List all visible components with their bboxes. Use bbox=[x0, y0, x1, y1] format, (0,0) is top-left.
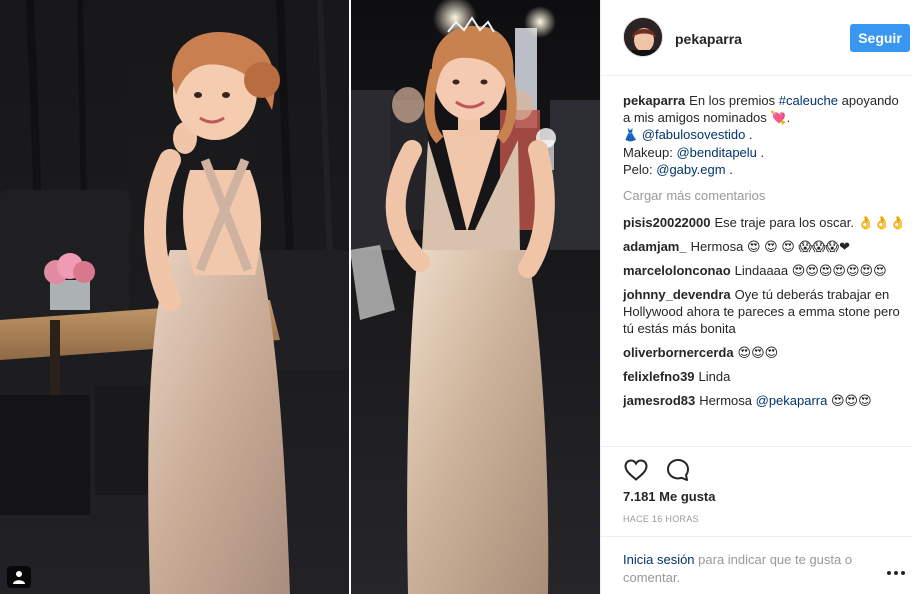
post-timestamp[interactable]: HACE 16 HORAS bbox=[623, 514, 699, 524]
mention-link-dress[interactable]: @fabulosovestido bbox=[642, 127, 746, 142]
comment-item: marcelolonconao Lindaaaa 😍😍😍😍😍😍😍 bbox=[623, 263, 887, 278]
photo-left bbox=[0, 0, 350, 594]
more-options-icon[interactable] bbox=[887, 567, 907, 579]
hashtag-link[interactable]: #caleuche bbox=[779, 93, 838, 108]
likes-count[interactable]: 7.181 Me gusta bbox=[623, 489, 716, 504]
comment-username[interactable]: adamjam_ bbox=[623, 239, 687, 254]
comment-item: oliverbornercerda 😍😍😍 bbox=[623, 345, 779, 360]
user-tag-icon[interactable] bbox=[7, 566, 31, 588]
post-media[interactable] bbox=[0, 0, 600, 594]
comment-icon[interactable] bbox=[665, 457, 691, 483]
login-link[interactable]: Inicia sesión bbox=[623, 552, 695, 567]
load-more-comments-link[interactable]: Cargar más comentarios bbox=[623, 187, 908, 204]
comment-username[interactable]: jamesrod83 bbox=[623, 393, 695, 408]
photo-divider bbox=[349, 0, 351, 594]
caption-username[interactable]: pekaparra bbox=[623, 93, 685, 108]
mention-link-makeup[interactable]: @benditapelu bbox=[676, 145, 756, 160]
follow-button[interactable]: Seguir bbox=[850, 24, 910, 52]
comment-item: adamjam_ Hermosa 😍 😍 😍 😱😱😱❤ bbox=[623, 239, 850, 254]
comment-item: felixlefno39 Linda bbox=[623, 369, 731, 384]
photo-right-illustration bbox=[350, 0, 600, 594]
post-actions: 7.181 Me gusta HACE 16 HORAS bbox=[601, 446, 912, 524]
comment-item: johnny_devendra Oye tú deberás trabajar e… bbox=[623, 287, 900, 336]
comment-item: pisis20022000 Ese traje para los oscar. 👌… bbox=[623, 215, 907, 230]
comments-list[interactable]: pekaparra En los premios #caleuche apoyan… bbox=[623, 92, 908, 440]
comment-username[interactable]: pisis20022000 bbox=[623, 215, 710, 230]
comment-item: jamesrod83 Hermosa @pekaparra 😍😍😍 bbox=[623, 393, 872, 408]
photo-right bbox=[350, 0, 600, 594]
photo-left-illustration bbox=[0, 0, 350, 594]
post-side-panel: pekaparra Seguir pekaparra En los premios… bbox=[600, 0, 912, 594]
login-prompt: Inicia sesión para indicar que te gusta … bbox=[623, 552, 853, 585]
post-header: pekaparra Seguir bbox=[601, 0, 912, 76]
comment-username[interactable]: oliverbornercerda bbox=[623, 345, 734, 360]
comment-username[interactable]: marcelolonconao bbox=[623, 263, 731, 278]
action-icons bbox=[623, 457, 691, 483]
avatar[interactable] bbox=[623, 17, 663, 57]
comment-username[interactable]: felixlefno39 bbox=[623, 369, 695, 384]
comment-username[interactable]: johnny_devendra bbox=[623, 287, 731, 302]
mention-link[interactable]: @pekaparra bbox=[756, 393, 828, 408]
post-author-username[interactable]: pekaparra bbox=[675, 31, 742, 47]
mention-link-hair[interactable]: @gaby.egm bbox=[656, 162, 725, 177]
post-caption: pekaparra En los premios #caleuche apoyan… bbox=[623, 93, 899, 177]
login-bar: Inicia sesión para indicar que te gusta … bbox=[601, 536, 912, 594]
heart-icon[interactable] bbox=[623, 457, 649, 483]
